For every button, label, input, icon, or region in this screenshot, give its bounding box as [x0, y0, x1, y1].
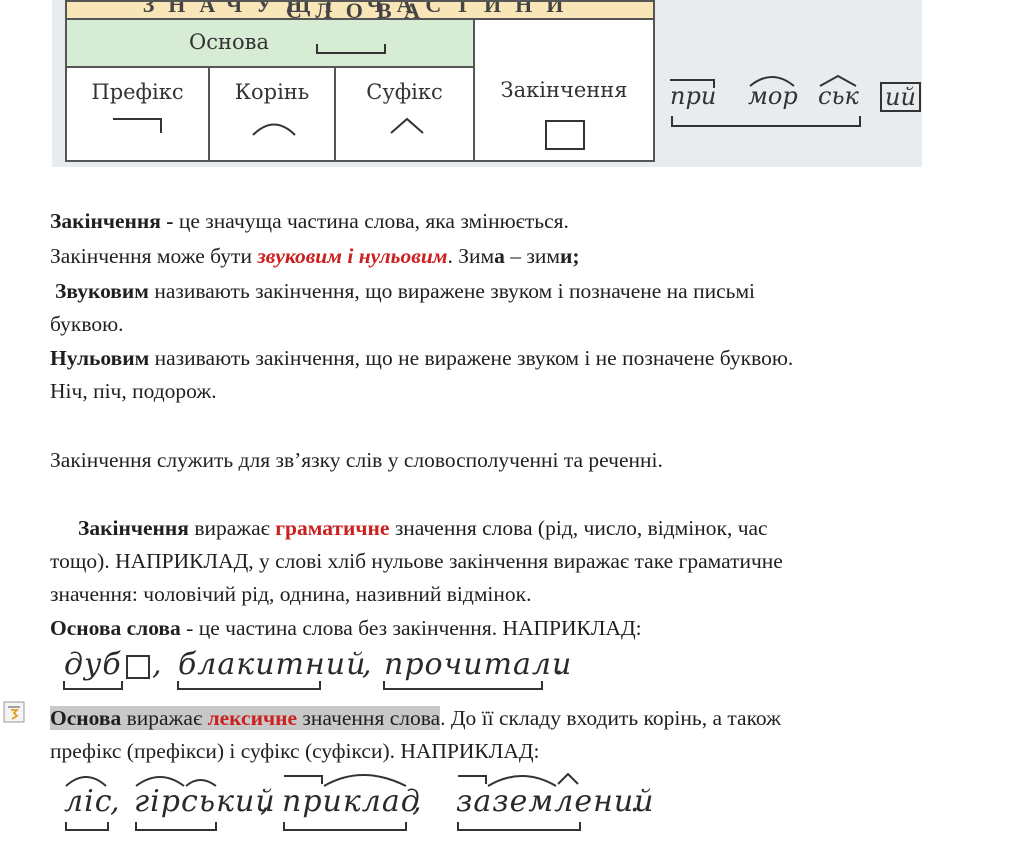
p3-text: називають закінчення, що виражене звуком…	[148, 279, 756, 303]
stem-brackets-icon	[63, 681, 543, 690]
term-zero: Нульовим	[50, 346, 150, 370]
ending-symbol-icon	[545, 120, 585, 150]
word-parts-table: ЗНАЧУЩІ ЧАСТИНИ СЛОВА Основа Префікс Кор…	[65, 0, 655, 162]
paragraph-zero-ending: Нульовим називають закінчення, що не вир…	[50, 342, 793, 375]
p4-text: називають закінчення, що не виражене зву…	[149, 346, 794, 370]
note-icon[interactable]	[2, 700, 26, 724]
p8-highlight: лексичне	[207, 706, 298, 730]
suffix-symbol-icon	[390, 117, 424, 134]
p2-mid2: – зим	[504, 244, 561, 268]
p2-ending-y: и;	[560, 244, 580, 268]
osnova-cell: Основа	[65, 18, 475, 68]
p8-text: значення слова	[297, 706, 441, 730]
p6-text: значення слова (рід, число, відмінок, ча…	[389, 516, 768, 540]
root-label: Корінь	[234, 80, 310, 104]
osnova-label: Основа	[189, 30, 269, 54]
paragraph-lexical: Основа виражає лексичне значення слова. …	[50, 702, 781, 735]
suffix-cell: Суфікс	[334, 66, 475, 162]
morpheme-marks-icon	[65, 772, 581, 831]
p6-mid: виражає	[188, 516, 276, 540]
example-marks-icon	[670, 74, 861, 127]
paragraph-ending-types: Закінчення може бути звуковим і нульовим…	[50, 240, 580, 273]
osnova-bracket-icon	[316, 44, 386, 54]
p3-line2: буквою.	[50, 312, 124, 336]
highlighted-sentence: Основа виражає лексичне значення слова	[50, 706, 441, 730]
paragraph-ending-definition: Закінчення - це значуща частина слова, я…	[50, 205, 569, 238]
prefix-label: Префікс	[91, 80, 184, 104]
term-stem: Основа слова	[50, 616, 181, 640]
stem-examples: дуб , блакитний , прочитали .	[60, 645, 580, 695]
p2-mid: . Зим	[447, 244, 495, 268]
p8-mid: виражає	[121, 706, 208, 730]
suffix-label: Суфікс	[366, 80, 443, 104]
p8-line2: префікс (префікси) і суфікс (суфікси). Н…	[50, 739, 540, 763]
paragraph-ending-function: Закінчення служить для зв’язку слів у сл…	[50, 448, 663, 472]
ending-label: Закінчення	[500, 78, 628, 102]
p6-highlight: граматичне	[275, 516, 390, 540]
root-symbol-icon	[252, 123, 296, 136]
term-ending: Закінчення -	[50, 209, 174, 233]
p2-highlight: звуковим і нульовим	[257, 244, 448, 268]
morpheme-examples: ліс , гірський , приклад , заземлений .	[60, 770, 660, 834]
root-cell: Корінь	[208, 66, 336, 162]
example-word-parsed: при мор ськ ий	[668, 74, 921, 134]
paragraph-stem-definition: Основа слова - це частина слова без закі…	[50, 612, 642, 645]
prefix-symbol-icon	[113, 118, 162, 133]
p4-line2: Ніч, піч, подорож.	[50, 379, 217, 403]
p8-after: . До її складу входить корінь, а також	[440, 706, 781, 730]
p7-text: - це частина слова без закінчення. НАПРИ…	[180, 616, 642, 640]
paragraph-grammatical: Закінчення виражає граматичне значення с…	[78, 512, 768, 545]
p2-start: Закінчення може бути	[50, 244, 258, 268]
prefix-cell: Префікс	[65, 66, 210, 162]
term-ending-2: Закінчення	[78, 516, 189, 540]
term-stem-2: Основа	[50, 706, 122, 730]
p6-line2: тощо). НАПРИКЛАД, у слові хліб нульове з…	[50, 549, 783, 573]
ending-cell: Закінчення	[473, 18, 655, 162]
term-sound: Звуковим	[55, 279, 149, 303]
p2-ending-a: а	[494, 244, 505, 268]
table-title: ЗНАЧУЩІ ЧАСТИНИ СЛОВА	[65, 0, 655, 20]
paragraph-sound-ending: Звуковим називають закінчення, що вираже…	[55, 275, 755, 308]
p6-line3: значення: чоловічий рід, однина, називни…	[50, 582, 532, 606]
p1-text: це значуща частина слова, яка змінюється…	[173, 209, 569, 233]
